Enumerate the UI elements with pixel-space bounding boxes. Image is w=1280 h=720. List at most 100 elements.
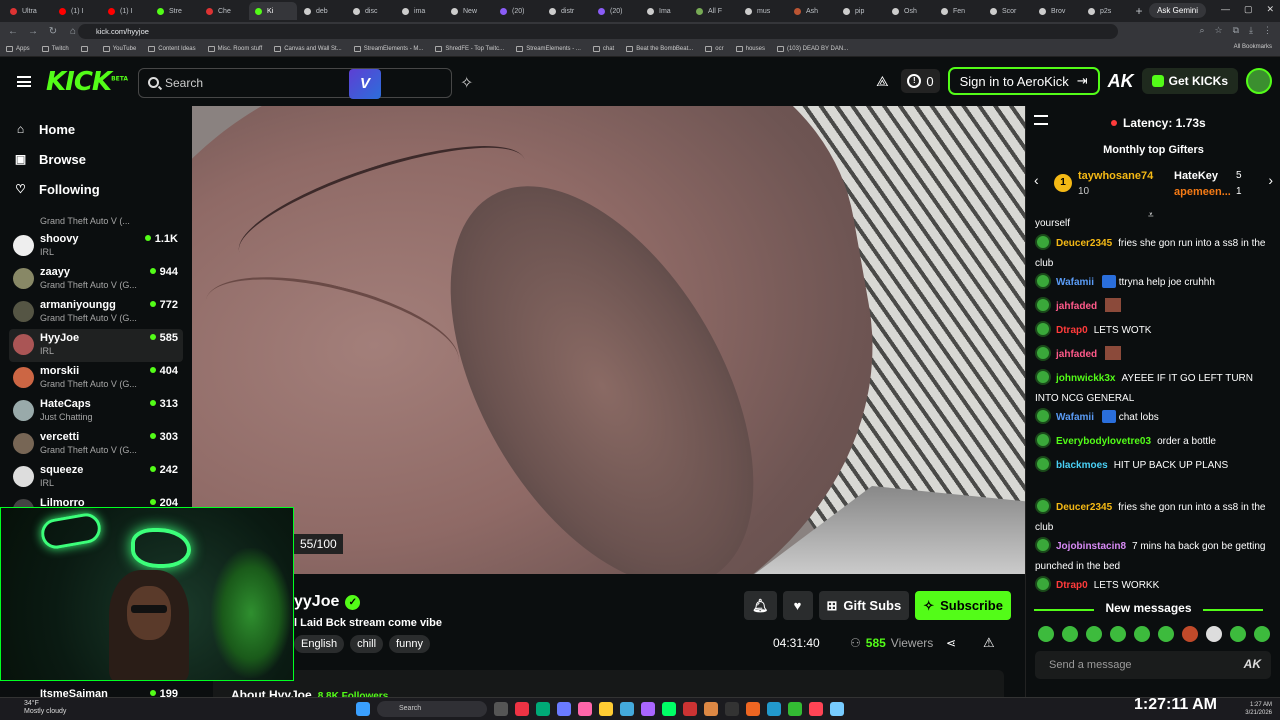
browser-tab[interactable]: (1) I [53,2,101,20]
url-field[interactable]: kick.com/hyyjoe [78,24,1118,39]
taskbar-app-icon[interactable] [515,702,529,716]
star-icon[interactable]: ☆ [1215,25,1223,36]
browser-tab[interactable]: disc [347,2,395,20]
bookmark-item[interactable]: Twitch [41,45,69,52]
hamburger-menu-icon[interactable] [17,76,31,87]
chevron-right-icon[interactable]: › [1268,172,1273,188]
taskbar-app-icon[interactable] [704,702,718,716]
browser-tab[interactable]: mus [739,2,787,20]
new-messages-divider[interactable]: New messages [1026,601,1271,615]
taskbar-app-icon[interactable] [830,702,844,716]
gift-subs-button[interactable]: ⊞ Gift Subs [818,591,910,620]
sparkle-icon[interactable]: ✧ [460,73,473,93]
gifter-name[interactable]: taywhosane74 [1078,170,1153,182]
browser-tab[interactable]: Ki [249,2,297,20]
browser-tab[interactable]: Che [200,2,248,20]
chat-input[interactable] [1049,657,1229,673]
points-counter[interactable]: ! 0 [901,69,940,93]
follow-button[interactable]: ♥ [782,591,813,620]
emote-icon[interactable] [1038,626,1054,642]
all-bookmarks[interactable]: All Bookmarks [1234,44,1272,50]
windows-start-icon[interactable] [356,702,370,716]
chat-username[interactable]: jahfaded [1056,349,1097,360]
forward-icon[interactable]: → [26,25,40,39]
aerokick-logo[interactable]: AK [1108,71,1134,92]
chat-username[interactable]: Wafamii [1056,277,1094,288]
system-tray-clock[interactable]: 1:27 AM 3/21/2026 [1245,701,1272,717]
chevron-left-icon[interactable]: ‹ [1034,172,1039,188]
taskbar-app-icon[interactable] [767,702,781,716]
maximize-icon[interactable]: ▢ [1244,4,1253,15]
taskbar-app-icon[interactable] [683,702,697,716]
taskbar-app-icon[interactable] [662,702,676,716]
sidebar-channel[interactable]: zaayy Grand Theft Auto V (G... 944 [9,263,183,296]
minimize-icon[interactable]: — [1221,4,1230,15]
taskbar-search[interactable]: Search [377,701,487,717]
new-tab-icon[interactable]: + [1131,4,1147,18]
chat-username[interactable]: Deucer2345 [1056,502,1112,513]
emote-icon[interactable] [1086,626,1102,642]
chat-username[interactable]: Jojobinstacin8 [1056,541,1126,552]
close-icon[interactable]: ✕ [1266,4,1274,15]
emote-icon[interactable] [1158,626,1174,642]
bookmark-item[interactable]: houses [735,45,765,52]
sign-in-aerokick-button[interactable]: Sign in to AeroKick ⇥ [947,67,1100,95]
emote-icon[interactable] [1182,626,1198,642]
notification-icon[interactable]: ⟁ [871,70,893,92]
share-icon[interactable]: ⋖ [946,636,956,650]
bookmark-item[interactable]: StreamElements - M... [353,45,423,52]
chat-username[interactable]: jahfaded [1056,301,1097,312]
browser-tab[interactable]: (20) [494,2,542,20]
notify-bell-button[interactable]: 🔔︎ [744,591,777,620]
sidebar-channel[interactable]: vercetti Grand Theft Auto V (G... 303 [9,428,183,461]
browser-tab[interactable]: (1) I [102,2,150,20]
menu-icon[interactable]: ⋮ [1263,25,1272,36]
chat-username[interactable]: Dtrap0 [1056,325,1088,336]
taskbar-app-icon[interactable] [788,702,802,716]
kick-logo[interactable]: KICKBETA [46,67,128,97]
emote-icon[interactable] [1230,626,1246,642]
sidebar-channel[interactable]: morskii Grand Theft Auto V (G... 404 [9,362,183,395]
taskbar-app-icon[interactable] [725,702,739,716]
sidebar-channel[interactable]: shoovy IRL 1.1K [9,230,183,263]
browser-tab[interactable]: Ima [641,2,689,20]
chat-username[interactable]: blackmoes [1056,460,1108,471]
aerokick-icon[interactable]: AK [1244,657,1261,671]
bookmark-item[interactable]: Apps [6,45,30,52]
video-player[interactable] [192,106,1025,574]
bookmark-item[interactable]: ShredFE - Top Twitc... [435,45,504,52]
emote-icon[interactable] [1206,626,1222,642]
browser-tab[interactable]: Fen [935,2,983,20]
bookmark-item[interactable] [80,45,91,52]
browser-tab[interactable]: Ultra [4,2,52,20]
bookmark-item[interactable]: (103) DEAD BY DAN... [776,45,848,52]
chat-username[interactable]: johnwickk3x [1056,373,1115,384]
browser-tab[interactable]: New [445,2,493,20]
search-input[interactable] [165,75,345,91]
browser-tab[interactable]: Ash [788,2,836,20]
browser-tab[interactable]: Osh [886,2,934,20]
stream-tag[interactable]: funny [389,635,430,653]
browser-tab[interactable]: p2s [1082,2,1130,20]
bookmark-item[interactable]: Canvas and Wall St... [274,45,342,52]
extensions-icon[interactable]: ⧉ [1233,25,1239,36]
zoom-icon[interactable]: ⌕ [1199,25,1204,36]
taskbar-app-icon[interactable] [641,702,655,716]
subscribe-button[interactable]: ✧ Subscribe [915,591,1011,620]
browser-tab[interactable]: All F [690,2,738,20]
search-box[interactable]: V [138,68,452,99]
bookmark-item[interactable]: ocr [705,45,724,52]
browser-tab[interactable]: distr [543,2,591,20]
sidebar-channel[interactable]: armaniyoungg Grand Theft Auto V (G... 772 [9,296,183,329]
taskbar-app-icon[interactable] [746,702,760,716]
back-icon[interactable]: ← [6,25,20,39]
browser-tab[interactable]: deb [298,2,346,20]
gifter-name[interactable]: apemeen... [1174,186,1231,198]
taskbar-app-icon[interactable] [536,702,550,716]
chat-username[interactable]: Wafamii [1056,412,1094,423]
taskbar-app-icon[interactable] [620,702,634,716]
emote-icon[interactable] [1134,626,1150,642]
sidebar-channel[interactable]: HateCaps Just Chatting 313 [9,395,183,428]
browser-tab[interactable]: (20) [592,2,640,20]
taskbar-app-icon[interactable] [599,702,613,716]
